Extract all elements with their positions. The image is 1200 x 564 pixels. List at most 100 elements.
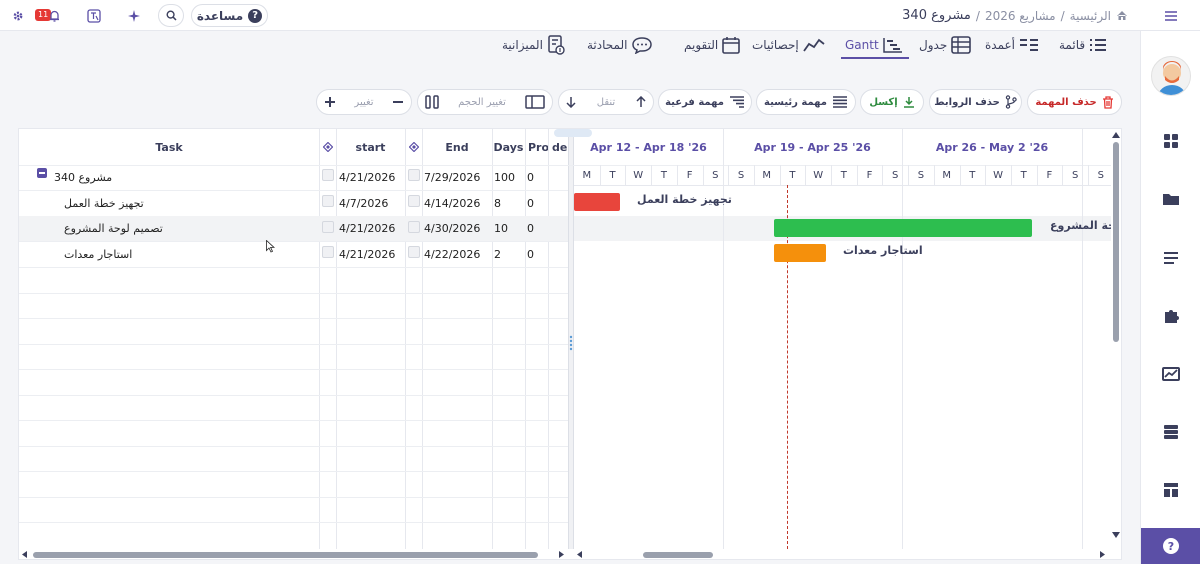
gantt-bar[interactable] bbox=[574, 193, 620, 211]
chart-icon[interactable] bbox=[1162, 365, 1180, 383]
lines-icon[interactable] bbox=[1162, 249, 1180, 267]
right-sidebar: ? bbox=[1140, 31, 1200, 564]
minus-icon[interactable] bbox=[392, 96, 404, 108]
bell-icon[interactable] bbox=[49, 0, 60, 31]
tab-gantt[interactable]: Gantt bbox=[845, 34, 903, 56]
task-name: مشروع 340 bbox=[54, 171, 113, 184]
gantt-bar[interactable] bbox=[774, 244, 826, 262]
left-hscroll[interactable] bbox=[19, 549, 568, 560]
scroll-thumb[interactable] bbox=[33, 552, 538, 558]
delete-task-button[interactable]: حذف المهمة bbox=[1027, 89, 1122, 115]
budget-icon bbox=[548, 35, 565, 55]
settings-gear-icon[interactable] bbox=[12, 0, 24, 31]
scroll-up-icon[interactable] bbox=[1112, 132, 1120, 138]
start-date: 4/7/2026 bbox=[339, 196, 389, 210]
breadcrumb: الرئيسية / مشاريع 2026 / مشروع 340 bbox=[902, 0, 1128, 31]
start-date: 4/21/2026 bbox=[339, 222, 396, 235]
plus-icon[interactable] bbox=[324, 96, 336, 108]
breadcrumb-projects[interactable]: مشاريع 2026 bbox=[985, 9, 1056, 23]
panel-left-icon[interactable] bbox=[525, 95, 545, 109]
chat-icon bbox=[632, 37, 653, 54]
active-tab-indicator bbox=[841, 57, 909, 59]
col-divider bbox=[492, 129, 493, 549]
columns-split-icon[interactable] bbox=[425, 95, 439, 109]
excel-export-button[interactable]: إكسل bbox=[860, 89, 924, 115]
add-main-task-button[interactable]: مهمة رئيسية bbox=[756, 89, 856, 115]
add-sub-task-button[interactable]: مهمة فرعية bbox=[658, 89, 752, 115]
splitter-handle-icon[interactable] bbox=[569, 335, 573, 351]
row-checkbox[interactable] bbox=[322, 221, 334, 233]
breadcrumb-current: مشروع 340 bbox=[902, 8, 971, 23]
header-end[interactable]: End bbox=[422, 129, 492, 165]
scroll-thumb[interactable] bbox=[643, 552, 713, 558]
home-icon[interactable] bbox=[1116, 10, 1128, 21]
arrow-up-icon[interactable] bbox=[636, 96, 646, 108]
translate-icon[interactable] bbox=[87, 0, 101, 31]
scroll-left-icon[interactable] bbox=[577, 551, 583, 558]
header-progress[interactable]: Pro bbox=[525, 129, 548, 165]
columns-icon bbox=[1020, 39, 1039, 51]
delete-links-button[interactable]: حذف الروابط bbox=[929, 89, 1022, 115]
header-start[interactable]: start bbox=[336, 129, 405, 165]
tab-label: أعمدة bbox=[985, 38, 1016, 52]
gantt-bar[interactable] bbox=[774, 219, 1032, 237]
folder-icon[interactable] bbox=[1162, 190, 1180, 208]
arrow-down-icon[interactable] bbox=[566, 96, 576, 108]
day-divider bbox=[728, 165, 730, 185]
dashboard-icon[interactable] bbox=[1162, 132, 1180, 150]
scroll-down-icon[interactable] bbox=[1112, 532, 1120, 538]
diamond-icon bbox=[319, 129, 336, 165]
stats-icon bbox=[803, 38, 825, 52]
col-divider bbox=[525, 129, 526, 549]
splitter-top-handle[interactable] bbox=[554, 129, 592, 137]
day-divider bbox=[1010, 165, 1012, 185]
search-icon bbox=[165, 10, 177, 21]
header-days[interactable]: Days bbox=[492, 129, 525, 165]
breadcrumb-sep: / bbox=[975, 8, 980, 23]
scroll-thumb[interactable] bbox=[1113, 142, 1119, 342]
day-divider bbox=[625, 165, 627, 185]
tab-columns[interactable]: أعمدة bbox=[985, 34, 1039, 56]
collapse-icon[interactable] bbox=[37, 168, 47, 178]
search-button[interactable] bbox=[158, 4, 184, 27]
row-checkbox[interactable] bbox=[408, 246, 420, 258]
row-checkbox[interactable] bbox=[408, 221, 420, 233]
help-button[interactable]: ? مساعدة bbox=[191, 4, 268, 27]
tab-budget[interactable]: الميزانية bbox=[502, 34, 565, 56]
server-icon[interactable] bbox=[1162, 423, 1180, 441]
main-task-icon bbox=[832, 96, 847, 108]
day-label: M bbox=[582, 169, 592, 181]
view-tabs: قائمة أعمدة جدول Gantt إحصائيات التقويم … bbox=[500, 31, 1140, 60]
avatar[interactable] bbox=[1151, 56, 1191, 96]
end-date: 4/14/2026 bbox=[424, 196, 481, 210]
tab-stats[interactable]: إحصائيات bbox=[752, 34, 825, 56]
day-divider bbox=[1036, 165, 1038, 185]
help-corner-button[interactable]: ? bbox=[1141, 528, 1200, 564]
header-task[interactable]: Task bbox=[19, 129, 319, 165]
vertical-scrollbar[interactable] bbox=[1111, 130, 1121, 550]
hamburger-menu-icon[interactable] bbox=[1165, 0, 1177, 31]
scroll-right-icon[interactable] bbox=[559, 551, 565, 558]
row-checkbox[interactable] bbox=[408, 195, 420, 207]
gantt-bar-label: تجهيز خطة العمل bbox=[637, 193, 732, 206]
tab-list[interactable]: قائمة bbox=[1059, 34, 1107, 56]
calendar-icon bbox=[722, 37, 741, 54]
tab-table[interactable]: جدول bbox=[919, 34, 972, 56]
row-checkbox[interactable] bbox=[322, 195, 334, 207]
layout-icon[interactable] bbox=[1162, 481, 1180, 499]
week-divider bbox=[902, 129, 903, 549]
tab-chat[interactable]: المحادثة bbox=[587, 34, 653, 56]
row-checkbox[interactable] bbox=[322, 169, 334, 181]
col-divider bbox=[405, 129, 406, 549]
scroll-left-icon[interactable] bbox=[22, 551, 28, 558]
row-checkbox[interactable] bbox=[408, 169, 420, 181]
sparkle-icon[interactable] bbox=[127, 0, 141, 31]
breadcrumb-home[interactable]: الرئيسية bbox=[1070, 9, 1111, 23]
gantt-chart-area[interactable]: M T W T F S S M T W T F S S M T W T F S S Apr 12 - Apr 18 '2… bbox=[574, 129, 1111, 549]
tab-calendar[interactable]: التقويم bbox=[684, 34, 741, 56]
tab-label: Gantt bbox=[845, 38, 879, 52]
row-checkbox[interactable] bbox=[322, 246, 334, 258]
scroll-right-icon[interactable] bbox=[1100, 551, 1106, 558]
right-hscroll[interactable] bbox=[574, 549, 1111, 560]
puzzle-icon[interactable] bbox=[1162, 307, 1180, 325]
